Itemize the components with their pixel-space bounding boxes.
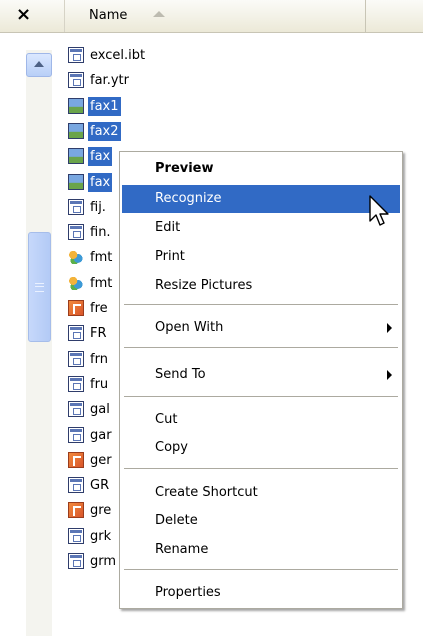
file-name: fru [90,377,109,392]
file-name: gre [90,503,112,518]
file-name: ger [90,453,112,468]
menu-item-send-to[interactable]: Send To [122,361,400,389]
file-list-item[interactable]: far.ytr [64,69,364,93]
file-name: fax2 [88,122,121,141]
document-icon [68,401,84,417]
menu-item-cut[interactable]: Cut [122,406,400,434]
file-name: frn [90,352,108,367]
image-icon [68,148,84,164]
grip-icon [35,283,44,292]
file-name: fax [88,173,113,192]
menu-item-copy[interactable]: Copy [122,434,400,462]
format-icon [68,275,84,291]
file-name: fmt [90,276,113,291]
document-icon [68,351,84,367]
name-column-label: Name [89,8,128,23]
mouse-pointer-icon [369,195,389,226]
menu-separator [124,468,398,469]
document-icon [68,72,84,88]
scrollbar-thumb[interactable] [28,232,51,342]
file-list-item[interactable]: fax1 [64,95,364,119]
context-menu: Preview Recognize Edit Print Resize Pict… [119,151,403,609]
menu-item-print[interactable]: Print [122,243,400,271]
menu-separator [124,347,398,348]
menu-item-resize-pictures[interactable]: Resize Pictures [122,272,400,300]
file-name: GR [90,478,110,493]
menu-separator [124,304,398,305]
font-icon [68,300,84,316]
menu-separator [124,396,398,397]
file-name: grm [90,554,117,569]
document-icon [68,528,84,544]
sort-ascending-icon [153,11,165,17]
menu-item-edit[interactable]: Edit [122,214,400,242]
document-icon [68,553,84,569]
file-name: fmt [90,250,113,265]
file-name: excel.ibt [90,48,146,63]
file-name: gal [90,402,110,417]
file-name: FR [90,326,107,341]
document-icon [68,477,84,493]
document-icon [68,224,84,240]
submenu-arrow-icon [387,323,392,333]
format-icon [68,249,84,265]
menu-item-recognize[interactable]: Recognize [122,185,400,213]
document-icon [68,47,84,63]
file-list-item[interactable]: fax2 [64,120,364,144]
file-name: fax [88,147,113,166]
font-icon [68,502,84,518]
menu-item-open-with[interactable]: Open With [122,314,400,342]
file-list-item[interactable]: excel.ibt [64,44,364,68]
menu-item-rename[interactable]: Rename [122,536,400,564]
file-name: fij. [90,200,106,215]
menu-separator [124,569,398,570]
file-name: fax1 [88,97,121,116]
font-icon [68,452,84,468]
column-header-bar: × Name [0,0,423,33]
vertical-scrollbar-track[interactable] [26,50,52,636]
submenu-arrow-icon [387,370,392,380]
document-icon [68,325,84,341]
menu-item-properties[interactable]: Properties [122,579,400,607]
document-icon [68,427,84,443]
file-name: gar [90,428,112,443]
name-column-header[interactable]: Name [64,0,366,32]
scroll-up-button[interactable] [26,53,52,77]
file-name: fin. [90,225,111,240]
document-icon [68,199,84,215]
file-name: fre [90,301,108,316]
image-icon [68,123,84,139]
file-name: far.ytr [90,73,129,88]
image-icon [68,174,84,190]
document-icon [68,376,84,392]
file-name: grk [90,529,112,544]
close-pane-button[interactable]: × [16,6,31,24]
menu-item-preview[interactable]: Preview [122,155,400,183]
image-icon [68,98,84,114]
menu-item-create-shortcut[interactable]: Create Shortcut [122,479,400,507]
menu-item-delete[interactable]: Delete [122,507,400,535]
